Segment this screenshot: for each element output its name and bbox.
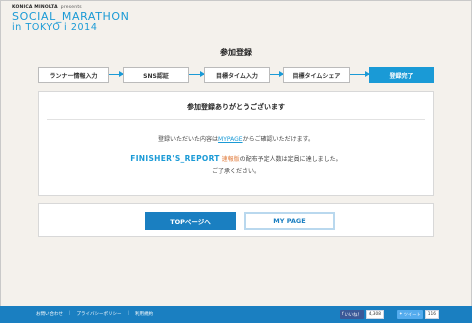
tweet-label: ツイート — [403, 312, 421, 318]
footer-links: お問い合わせ | プライバシーポリシー | 利用規約 — [36, 311, 153, 317]
confirm-text: 登録いただいた内容はMYPAGEからご確認いただけます。 — [39, 134, 433, 143]
confirm-prefix: 登録いただいた内容は — [158, 136, 219, 143]
step-arrow-icon — [350, 71, 370, 77]
step-runner-info: ランナー情報入力 — [38, 67, 109, 83]
footer-link-terms[interactable]: 利用規約 — [135, 311, 153, 317]
separator: | — [69, 311, 71, 316]
step-target-time: 目標タイム入力 — [204, 67, 270, 83]
step-complete: 登録完了 — [369, 67, 434, 83]
page-title: 参加登録 — [220, 48, 252, 57]
step-arrow-icon — [109, 71, 124, 77]
twitter-tweet: ✦ ツイート 116 — [397, 310, 439, 319]
finisher-notice: FINISHER'S_REPORT 速報版の配布予定人数は定員に達しました。 — [39, 154, 433, 163]
navigation-panel: TOPページへ MY PAGE — [38, 203, 434, 237]
registration-steps: ランナー情報入力 SNS認証 目標タイム入力 目標タイムシェア 登録完了 — [38, 67, 434, 83]
footer: お問い合わせ | プライバシーポリシー | 利用規約 f いいね！ 4,308 … — [0, 306, 472, 323]
divider — [47, 119, 425, 120]
my-page-button[interactable]: MY PAGE — [244, 212, 335, 230]
footer-link-contact[interactable]: お問い合わせ — [36, 311, 63, 317]
facebook-icon: f — [342, 312, 344, 317]
step-sns-auth: SNS認証 — [123, 67, 189, 83]
thanks-heading: 参加登録ありがとうございます — [187, 103, 285, 111]
completion-panel: 参加登録ありがとうございます 登録いただいた内容はMYPAGEからご確認いただけ… — [38, 91, 434, 196]
logo-subtitle: in TOKYO i 2014 — [12, 22, 98, 33]
footer-link-privacy[interactable]: プライバシーポリシー — [77, 311, 122, 317]
facebook-like-count: 4,308 — [365, 310, 385, 319]
flash-edition-label: 速報版 — [221, 156, 240, 163]
step-arrow-icon — [270, 71, 284, 77]
finisher-report-label: FINISHER'S_REPORT — [130, 154, 220, 163]
step-arrow-icon — [189, 71, 205, 77]
finisher-suffix: の配布予定人数は定員に達しました。 — [239, 156, 342, 163]
facebook-like: f いいね！ 4,308 — [340, 310, 385, 319]
logo-title: SOCIAL_MARATHON — [12, 10, 130, 23]
separator: | — [127, 311, 129, 316]
apology-notice: ご了承ください。 — [211, 168, 260, 175]
twitter-icon: ✦ — [399, 312, 403, 317]
top-page-button[interactable]: TOPページへ — [145, 212, 236, 230]
site-logo[interactable]: KONICA MINOLTA presents SOCIAL_MARATHON i… — [12, 5, 129, 33]
facebook-like-label: いいね！ — [344, 312, 362, 318]
tweet-count: 116 — [424, 310, 439, 319]
tweet-button[interactable]: ✦ ツイート — [397, 310, 423, 319]
mypage-link[interactable]: MYPAGE — [218, 136, 243, 143]
confirm-suffix: からご確認いただけます。 — [242, 136, 314, 143]
step-time-share: 目標タイムシェア — [283, 67, 350, 83]
facebook-like-button[interactable]: f いいね！ — [340, 310, 364, 319]
